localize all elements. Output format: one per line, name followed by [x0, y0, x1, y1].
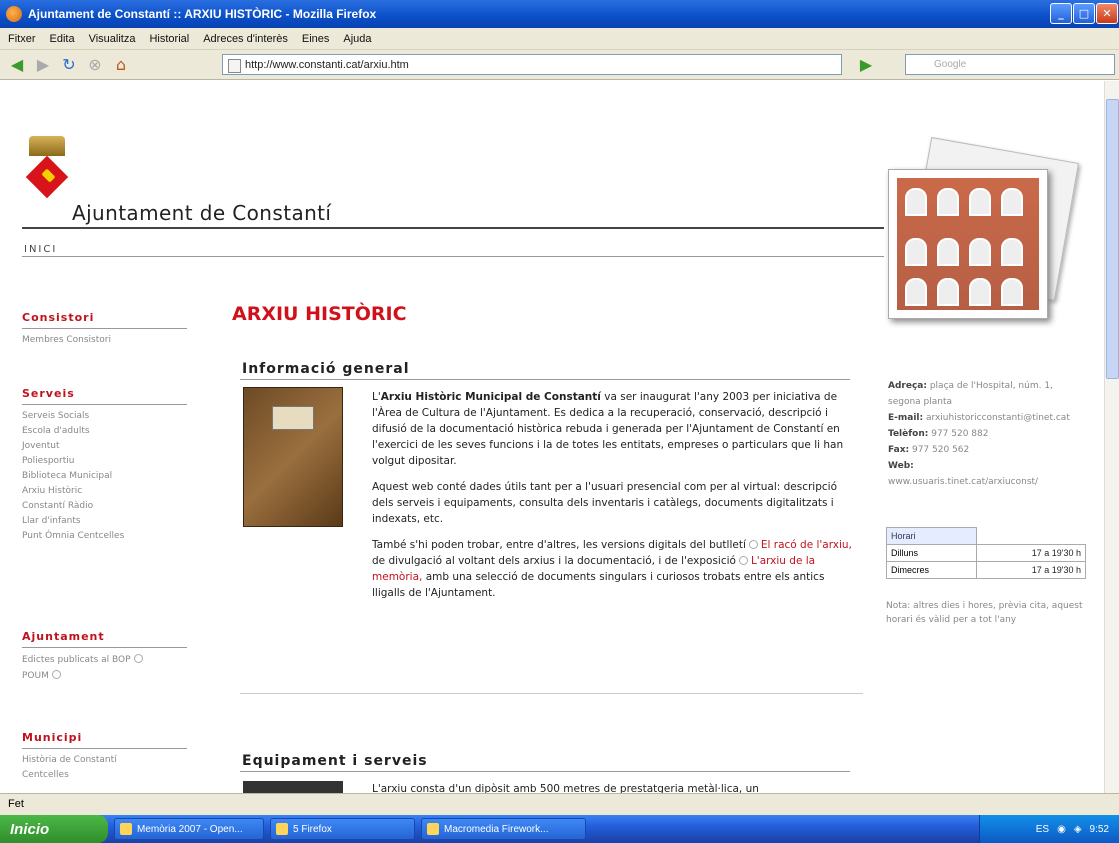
sidebar-item[interactable]: Poliesportiu [22, 456, 187, 466]
link-arrow-icon [51, 670, 61, 679]
reload-icon[interactable]: ↻ [58, 54, 80, 76]
search-input[interactable]: Google [905, 54, 1115, 75]
sidebar-item[interactable]: Serveis Socials [22, 411, 187, 421]
maximize-button[interactable]: □ [1073, 3, 1095, 24]
taskbar-button[interactable]: Memòria 2007 - Open... [114, 818, 264, 840]
building-photo [888, 137, 1080, 329]
menu-history[interactable]: Historial [149, 33, 189, 45]
system-tray: ES ◉ ◈ 9:52 [979, 815, 1119, 843]
web-link[interactable]: www.usuaris.tinet.cat/arxiuconst/ [888, 474, 1088, 490]
status-bar: Fet [0, 793, 1119, 815]
sidebar-municipi: Municipi Història de Constantí Centcelle… [22, 731, 187, 785]
sidebar-item[interactable]: Biblioteca Municipal [22, 471, 187, 481]
menu-bookmarks[interactable]: Adreces d'interès [203, 33, 288, 45]
title-divider [22, 227, 884, 229]
menu-file[interactable]: Fitxer [8, 33, 36, 45]
stop-icon[interactable]: ⊗ [84, 54, 106, 76]
schedule-header: Horari [886, 527, 977, 545]
close-button[interactable]: ✕ [1096, 3, 1118, 24]
sidebar-item[interactable]: Membres Consistori [22, 335, 187, 345]
sidebar-item[interactable]: Centcelles [22, 770, 187, 780]
link-arrow-icon [748, 540, 758, 549]
sidebar-serveis: Serveis Serveis Socials Escola d'adults … [22, 387, 187, 546]
schedule-note: Nota: altres dies i hores, prèvia cita, … [886, 601, 1083, 625]
menu-edit[interactable]: Edita [50, 33, 75, 45]
scrollbar-thumb[interactable] [1106, 99, 1119, 379]
taskbar-button[interactable]: Macromedia Firework... [421, 818, 586, 840]
link-arrow-icon [133, 654, 143, 663]
go-icon[interactable]: ▶ [855, 54, 877, 76]
menu-bar: Fitxer Edita Visualitza Historial Adrece… [0, 28, 1119, 50]
back-icon[interactable]: ◀ [6, 54, 28, 76]
intro-text: L'Arxiu Històric Municipal de Constantí … [372, 391, 852, 599]
table-row: Dimecres 17 a 19'30 h [886, 561, 1086, 579]
sidebar-heading: Serveis [22, 387, 187, 405]
page-heading: ARXIU HISTÒRIC [232, 303, 407, 325]
windows-taskbar: Inicio Memòria 2007 - Open... 5 Firefox … [0, 815, 1119, 843]
firefox-icon [6, 6, 22, 22]
window-title: Ajuntament de Constantí :: ARXIU HISTÒRI… [28, 7, 377, 21]
clock: 9:52 [1089, 823, 1109, 835]
forward-icon[interactable]: ▶ [32, 54, 54, 76]
sidebar-item[interactable]: Arxiu Històric [22, 486, 187, 496]
sidebar-item[interactable]: Constantí Ràdio [22, 501, 187, 511]
section-divider [240, 771, 850, 772]
menu-help[interactable]: Ajuda [343, 33, 371, 45]
vertical-scrollbar[interactable] [1104, 81, 1119, 793]
taskbar-button[interactable]: 5 Firefox [270, 818, 415, 840]
minimize-button[interactable]: _ [1050, 3, 1072, 24]
window-title-bar[interactable]: Ajuntament de Constantí :: ARXIU HISTÒRI… [0, 0, 1119, 28]
butlleti-link[interactable]: El racó de l'arxiu, [761, 539, 852, 551]
schedule-table: Horari Dilluns 17 a 19'30 h Dimecres 17 a … [886, 527, 1086, 579]
contact-info: Adreça: plaça de l'Hospital, núm. 1, seg… [888, 378, 1088, 490]
network-icon[interactable]: ◉ [1057, 824, 1066, 835]
archive-book-image [243, 387, 343, 527]
sidebar-heading: Consistori [22, 311, 187, 329]
table-row: Dilluns 17 a 19'30 h [886, 544, 1086, 562]
volume-icon[interactable]: ◈ [1074, 824, 1082, 835]
sidebar-item[interactable]: Llar d'infants [22, 516, 187, 526]
sidebar-item[interactable]: Escola d'adults [22, 426, 187, 436]
sidebar-ajuntament: Ajuntament Edictes publicats al BOP POUM [22, 630, 187, 686]
sidebar-item[interactable]: Punt Òmnia Centcelles [22, 531, 187, 541]
content-divider [240, 693, 863, 694]
email-link[interactable]: arxiuhistoricconstanti@tinet.cat [926, 413, 1070, 423]
start-button[interactable]: Inicio [0, 815, 108, 843]
nav-divider [22, 256, 884, 257]
sidebar-consistori: Consistori Membres Consistori [22, 311, 187, 350]
section-title: Equipament i serveis [242, 753, 428, 769]
navigation-toolbar: ◀ ▶ ↻ ⊗ ⌂ http://www.constanti.cat/arxiu… [0, 50, 1119, 80]
equipment-text: L'arxiu consta d'un dipòsit amb 500 metr… [372, 783, 759, 793]
sidebar-item[interactable]: Història de Constantí [22, 755, 187, 765]
sidebar-item[interactable]: POUM [22, 670, 187, 681]
equipment-image [243, 781, 343, 793]
sidebar-item[interactable]: Joventut [22, 441, 187, 451]
language-indicator[interactable]: ES [1036, 824, 1049, 835]
url-field[interactable]: http://www.constanti.cat/arxiu.htm [222, 54, 842, 75]
home-icon[interactable]: ⌂ [110, 54, 132, 76]
site-title: Ajuntament de Constantí [72, 201, 332, 225]
web-page: Ajuntament de Constantí INICI Consistori… [0, 81, 1104, 793]
sidebar-item[interactable]: Edictes publicats al BOP [22, 654, 187, 665]
section-divider [240, 379, 850, 380]
menu-view[interactable]: Visualitza [89, 33, 136, 45]
sidebar-heading: Ajuntament [22, 630, 187, 648]
town-crest-logo [25, 136, 69, 199]
sidebar-heading: Municipi [22, 731, 187, 749]
nav-home-link[interactable]: INICI [24, 244, 57, 255]
menu-tools[interactable]: Eines [302, 33, 330, 45]
link-arrow-icon [738, 556, 748, 565]
section-title: Informació general [242, 361, 410, 377]
